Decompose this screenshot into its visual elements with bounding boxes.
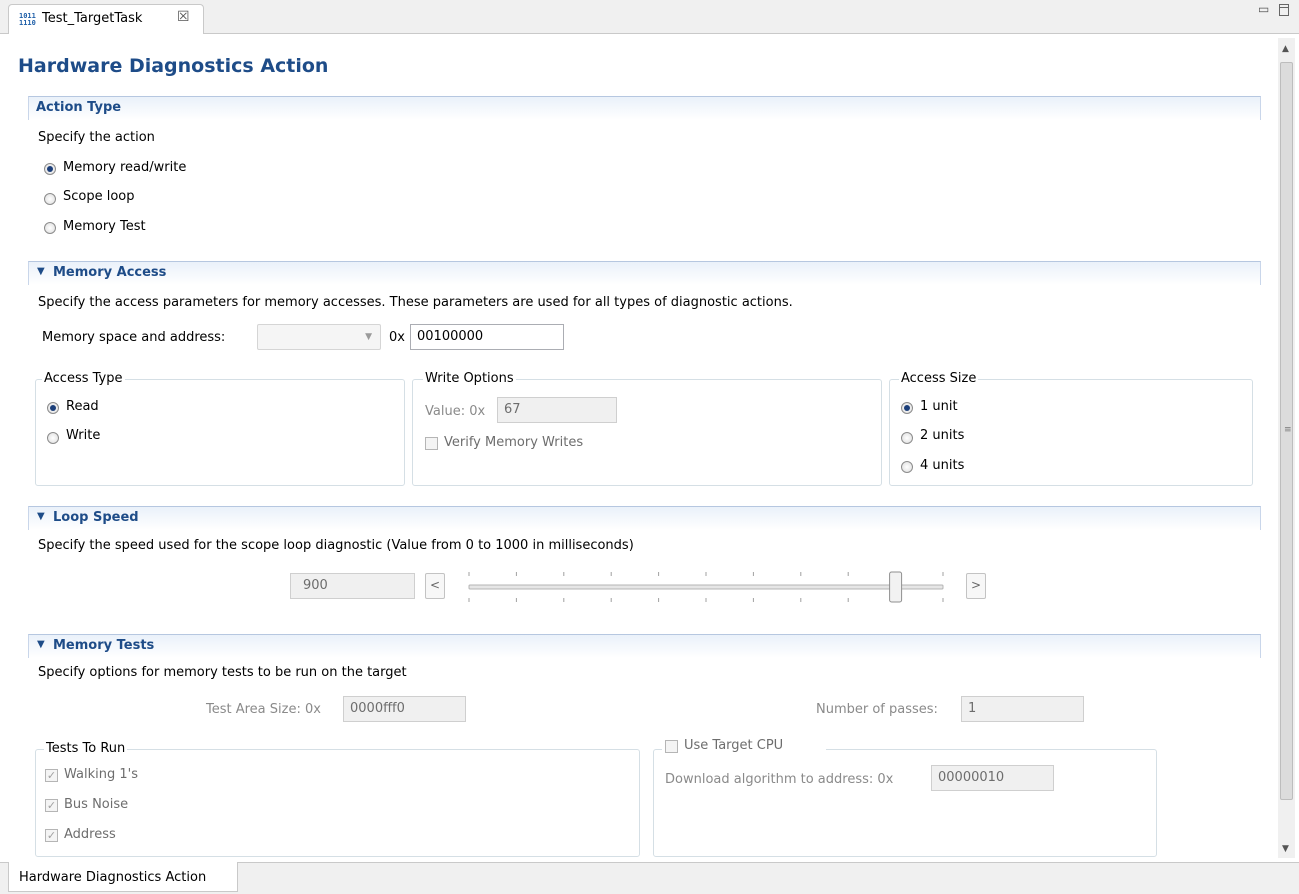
page-tab[interactable]: Hardware Diagnostics Action — [8, 862, 238, 892]
collapse-triangle-icon[interactable]: ▼ — [37, 266, 45, 277]
chevron-down-icon: ▼ — [365, 332, 372, 342]
section-header-memory-tests[interactable]: ▼ Memory Tests — [28, 634, 1261, 658]
checkbox-label[interactable]: Bus Noise — [64, 797, 128, 812]
increment-button[interactable]: > — [966, 573, 986, 599]
radio-memory-read-write[interactable] — [44, 163, 56, 175]
group-title: Tests To Run — [44, 741, 128, 756]
walking-ones-checkbox[interactable]: ✓ — [45, 769, 58, 782]
scroll-down-icon[interactable]: ▼ — [1282, 844, 1289, 854]
section-description: Specify the action — [38, 130, 155, 145]
section-header-action-type: Action Type — [28, 96, 1261, 120]
section-description: Specify options for memory tests to be r… — [38, 665, 407, 680]
radio-label[interactable]: 4 units — [920, 458, 964, 473]
address-checkbox[interactable]: ✓ — [45, 829, 58, 842]
section-description: Specify the speed used for the scope loo… — [38, 538, 634, 553]
loop-speed-value[interactable]: 900 — [290, 573, 415, 599]
use-target-cpu-checkbox[interactable] — [665, 740, 678, 753]
checkbox-label[interactable]: Walking 1's — [64, 767, 138, 782]
radio-write[interactable] — [47, 432, 59, 444]
slider-track — [468, 584, 944, 590]
section-header-memory-access[interactable]: ▼ Memory Access — [28, 261, 1261, 285]
form-title: Hardware Diagnostics Action — [18, 55, 329, 77]
write-options-group — [412, 379, 882, 486]
page-tab-label: Hardware Diagnostics Action — [19, 870, 207, 885]
loop-speed-slider[interactable] — [455, 566, 955, 612]
memory-space-combo[interactable]: ▼ — [257, 324, 381, 350]
radio-memory-test[interactable] — [44, 222, 56, 234]
download-address-label: Download algorithm to address: 0x — [665, 772, 894, 787]
collapse-triangle-icon[interactable]: ▼ — [37, 511, 45, 522]
collapse-triangle-icon[interactable]: ▼ — [37, 639, 45, 650]
checkbox-label[interactable]: Use Target CPU — [684, 738, 783, 753]
verify-writes-checkbox[interactable] — [425, 437, 438, 450]
binary-file-icon: 1011 1110 — [19, 12, 36, 27]
slider-thumb[interactable] — [889, 571, 903, 603]
section-title[interactable]: Loop Speed — [53, 510, 139, 525]
minimize-icon[interactable]: ▭ — [1258, 2, 1269, 16]
checkbox-label[interactable]: Verify Memory Writes — [444, 435, 583, 450]
editor-tab-label: Test_TargetTask — [42, 11, 143, 26]
decrement-button[interactable]: < — [425, 573, 445, 599]
write-value-input[interactable]: 67 — [497, 397, 617, 423]
maximize-icon[interactable] — [1279, 4, 1289, 16]
radio-scope-loop[interactable] — [44, 193, 56, 205]
use-target-cpu-group — [653, 749, 1157, 857]
group-title: Write Options — [423, 371, 516, 386]
radio-label[interactable]: Memory Test — [63, 219, 146, 234]
radio-label[interactable]: 2 units — [920, 428, 964, 443]
passes-input[interactable]: 1 — [961, 696, 1084, 722]
checkbox-label[interactable]: Address — [64, 827, 116, 842]
radio-label[interactable]: Write — [66, 428, 100, 443]
test-area-input[interactable]: 0000fff0 — [343, 696, 466, 722]
passes-label: Number of passes: — [816, 702, 938, 717]
section-title[interactable]: Memory Access — [53, 265, 166, 280]
download-address-input[interactable]: 00000010 — [931, 765, 1054, 791]
section-title: Action Type — [36, 100, 122, 115]
memory-space-label: Memory space and address: — [42, 330, 226, 345]
radio-label[interactable]: Read — [66, 399, 99, 414]
section-title[interactable]: Memory Tests — [53, 638, 154, 653]
radio-label[interactable]: Scope loop — [63, 189, 135, 204]
bus-noise-checkbox[interactable]: ✓ — [45, 799, 58, 812]
address-input[interactable]: 00100000 — [410, 324, 564, 350]
group-title: Access Type — [42, 371, 125, 386]
radio-read[interactable] — [47, 402, 59, 414]
address-prefix: 0x — [389, 330, 405, 345]
test-area-label: Test Area Size: 0x — [206, 702, 321, 717]
radio-4-units[interactable] — [901, 461, 913, 473]
radio-1-unit[interactable] — [901, 402, 913, 414]
radio-2-units[interactable] — [901, 432, 913, 444]
close-icon[interactable]: ☒ — [177, 9, 190, 25]
scroll-up-icon[interactable]: ▲ — [1282, 44, 1289, 54]
section-description: Specify the access parameters for memory… — [38, 295, 793, 310]
radio-label[interactable]: 1 unit — [920, 399, 958, 414]
radio-label[interactable]: Memory read/write — [63, 160, 186, 175]
section-header-loop-speed[interactable]: ▼ Loop Speed — [28, 506, 1261, 530]
group-title: Access Size — [899, 371, 979, 386]
write-value-label: Value: 0x — [425, 404, 486, 419]
editor-tab[interactable]: 1011 1110 Test_TargetTask ☒ — [8, 4, 204, 34]
grip-icon: ≡ — [1284, 425, 1292, 435]
